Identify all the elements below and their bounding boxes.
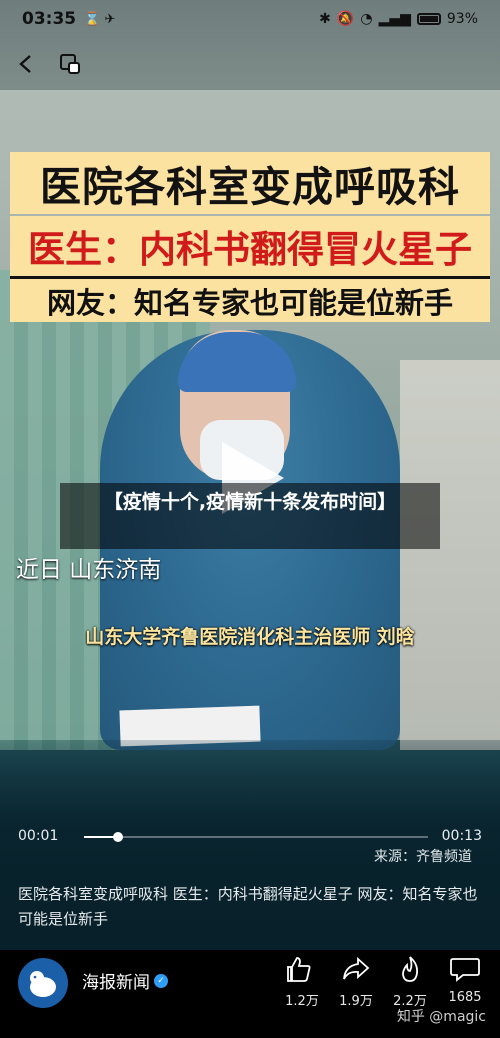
status-bar: 03:35 ⌛ ✈ ✱ 🔕 ◔ ▂▄▆ 93% — [0, 0, 500, 38]
favorite-button[interactable]: 2.2万 — [388, 954, 432, 1009]
top-nav — [0, 46, 500, 86]
like-count: 1.2万 — [285, 994, 319, 1009]
battery-icon — [416, 13, 441, 25]
bottom-bar: 海报新闻 ✓ 1.2万 1.9万 2.2万 1685 知乎 @magic — [0, 950, 500, 1038]
status-time: 03:35 — [22, 9, 77, 29]
video-source: 来源：齐鲁频道 — [374, 849, 472, 865]
progress-row: 00:01 00:13 — [0, 828, 500, 848]
status-right-group: ✱ 🔕 ◔ ▂▄▆ 93% — [319, 11, 478, 27]
verified-badge-icon: ✓ — [154, 973, 168, 988]
comment-button[interactable]: 1685 — [443, 954, 487, 1005]
thumbs-up-icon — [287, 957, 311, 982]
comment-count: 1685 — [448, 990, 482, 1005]
pip-icon — [60, 54, 80, 74]
author-name-row[interactable]: 海报新闻 ✓ — [82, 968, 168, 993]
cabinet — [400, 360, 500, 750]
share-icon — [343, 956, 370, 980]
progress-thumb[interactable] — [113, 832, 123, 842]
current-time: 00:01 — [18, 828, 59, 844]
pip-button[interactable] — [52, 46, 88, 82]
subtitle-location: 近日 山东济南 — [16, 557, 162, 583]
signal-icon: ▂▄▆ — [378, 11, 411, 27]
overlay-title: 【疫情十个,疫情新十条发布时间】 — [60, 483, 440, 549]
headline-line2: 医生：内科书翻得冒火星子 — [10, 216, 490, 276]
video-description: 医院各科室变成呼吸科 医生：内科书翻得起火星子 网友：知名专家也可能是位新手 — [18, 885, 478, 928]
headline-line1: 医院各科室变成呼吸科 — [10, 152, 490, 214]
flame-icon — [402, 956, 419, 982]
back-button[interactable] — [8, 46, 44, 82]
progress-track[interactable] — [84, 836, 428, 838]
status-notification-icons: ⌛ ✈ — [84, 11, 116, 27]
seal-logo-icon — [30, 971, 56, 997]
comment-icon — [450, 958, 480, 982]
bluetooth-icon: ✱ — [319, 11, 331, 27]
like-button[interactable]: 1.2万 — [280, 954, 324, 1009]
watermark: 知乎 @magic — [396, 1009, 486, 1025]
back-arrow-icon — [19, 55, 31, 73]
author-avatar[interactable] — [18, 958, 68, 1008]
battery-percent: 93% — [446, 11, 478, 27]
wifi-icon: ◔ — [360, 11, 373, 27]
headline-banner: 医院各科室变成呼吸科 医生：内科书翻得冒火星子 网友：知名专家也可能是位新手 — [10, 152, 490, 322]
headline-line3: 网友：知名专家也可能是位新手 — [10, 276, 490, 322]
total-time: 00:13 — [441, 828, 482, 844]
mute-icon: 🔕 — [336, 11, 355, 27]
share-button[interactable]: 1.9万 — [334, 954, 378, 1009]
subtitle-person: 山东大学齐鲁医院消化科主治医师 刘晗 — [85, 626, 415, 648]
author-name: 海报新闻 — [82, 973, 150, 993]
share-count: 1.9万 — [339, 994, 373, 1009]
